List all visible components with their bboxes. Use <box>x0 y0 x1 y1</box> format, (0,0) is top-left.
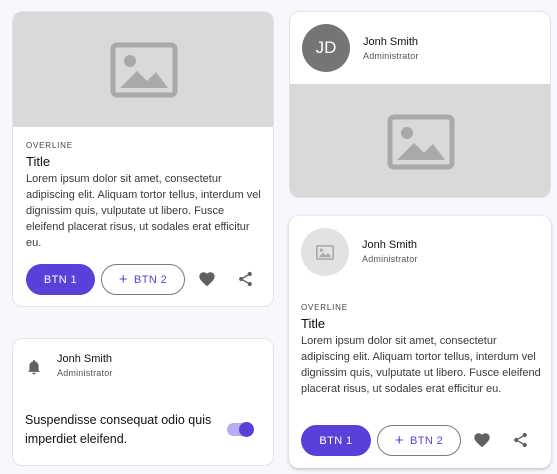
btn1-button[interactable]: BTN 1 <box>26 264 95 295</box>
favorite-button[interactable] <box>471 429 493 451</box>
user-name: Jonh Smith <box>57 353 113 365</box>
avatar: JD <box>302 24 350 72</box>
setting-description: Suspendisse consequat odio quis imperdie… <box>25 413 212 446</box>
favorite-button[interactable] <box>196 268 218 290</box>
image-placeholder-icon <box>387 114 455 169</box>
settings-card: Jonh Smith Administrator Suspendisse con… <box>12 338 274 466</box>
card-body-text: Lorem ipsum dolor sit amet, consectetur … <box>26 173 261 249</box>
btn2-button[interactable]: + BTN 2 <box>101 264 185 295</box>
share-icon <box>238 271 252 287</box>
image-avatar-icon <box>316 244 334 260</box>
btn2-label: BTN 2 <box>409 434 444 447</box>
btn1-label: BTN 1 <box>43 273 78 286</box>
avatar <box>301 228 349 276</box>
image-placeholder-icon <box>110 42 178 97</box>
card-overline: OVERLINE <box>301 303 348 312</box>
card-overline: OVERLINE <box>26 141 73 150</box>
card-body-text: Lorem ipsum dolor sit amet, consectetur … <box>301 335 541 395</box>
card-media <box>13 12 273 127</box>
user-name: Jonh Smith <box>363 36 419 48</box>
share-button[interactable] <box>509 429 531 451</box>
heart-icon <box>199 272 215 287</box>
btn2-button[interactable]: + BTN 2 <box>377 425 461 456</box>
user-name: Jonh Smith <box>362 239 418 251</box>
user-role: Administrator <box>363 51 419 61</box>
card-title: Title <box>26 154 51 169</box>
share-button[interactable] <box>234 268 256 290</box>
share-icon <box>513 432 527 448</box>
heart-icon <box>474 433 490 448</box>
btn1-button[interactable]: BTN 1 <box>301 425 371 456</box>
bell-icon <box>27 360 41 375</box>
plus-icon: + <box>118 271 128 288</box>
profile-media-card: JD Jonh Smith Administrator <box>289 11 551 198</box>
btn1-label: BTN 1 <box>319 434 353 447</box>
card-title: Title <box>301 316 326 331</box>
user-role: Administrator <box>362 254 418 264</box>
switch-thumb <box>239 422 254 437</box>
media-card: OVERLINE Title Lorem ipsum dolor sit ame… <box>12 11 274 307</box>
toggle-switch[interactable] <box>225 421 255 438</box>
card-media <box>290 84 550 197</box>
user-role: Administrator <box>57 368 113 378</box>
btn2-label: BTN 2 <box>133 273 168 286</box>
avatar-initials: JD <box>315 38 337 57</box>
profile-content-card: Jonh Smith Administrator OVERLINE Title … <box>289 216 551 468</box>
plus-icon: + <box>394 432 404 449</box>
